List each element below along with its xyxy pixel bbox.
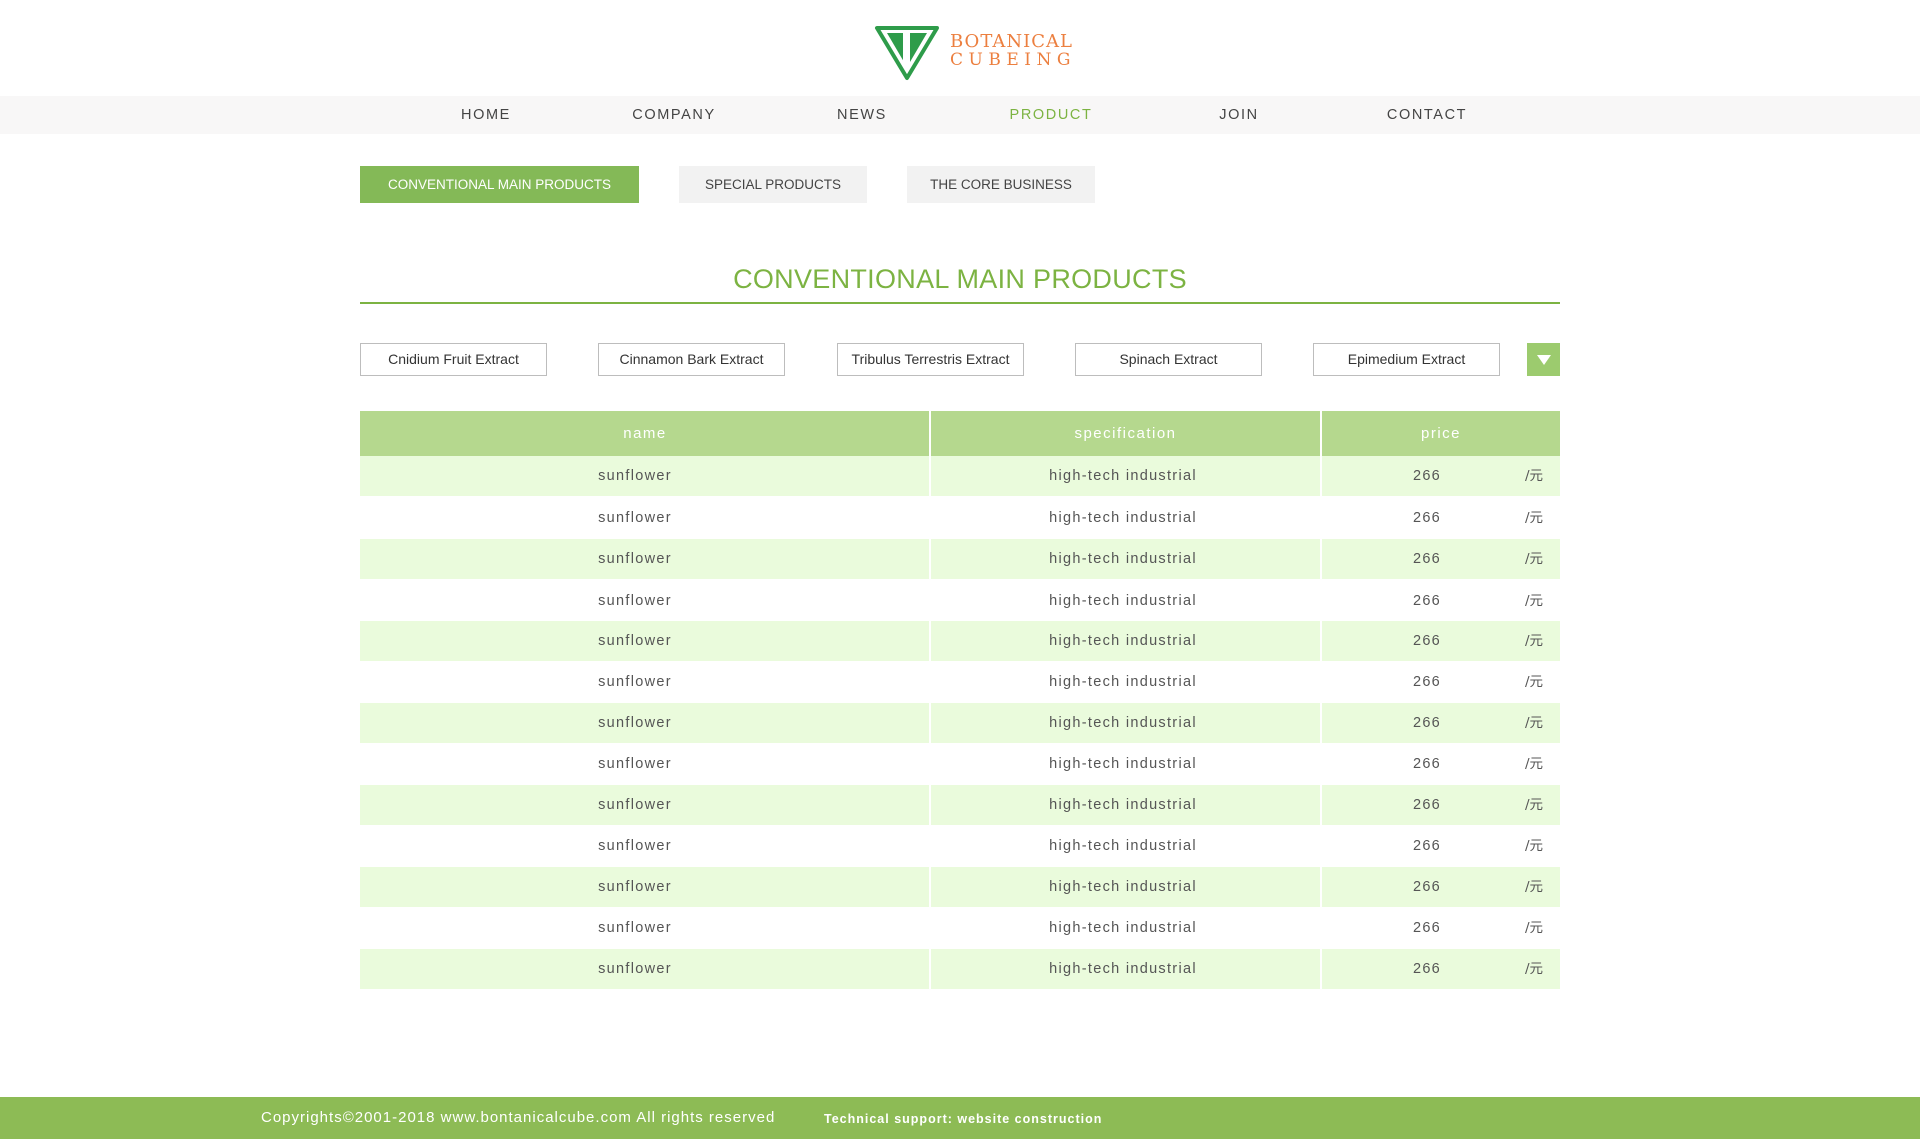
diamond-logo-icon — [875, 26, 939, 80]
cell-name: sunflower — [598, 551, 672, 567]
cell-name: sunflower — [598, 838, 672, 854]
cell-specification: high-tech industrial — [1049, 593, 1197, 609]
table-row: sunflower high-tech industrial 266/元 — [360, 581, 1560, 621]
cell-price-unit: /元 — [1525, 593, 1544, 609]
filter-dropdown-button[interactable] — [1527, 343, 1560, 376]
triangle-down-icon — [1537, 355, 1551, 365]
cell-name: sunflower — [598, 715, 672, 731]
main-nav: HOME COMPANY NEWS PRODUCT JOIN CONTACT — [0, 96, 1920, 134]
cell-specification: high-tech industrial — [1049, 468, 1197, 484]
nav-item-company[interactable]: COMPANY — [632, 96, 715, 134]
table-row: sunflower high-tech industrial 266/元 — [360, 826, 1560, 866]
cell-price-unit: /元 — [1525, 551, 1544, 567]
table-row: sunflower high-tech industrial 266/元 — [360, 539, 1560, 579]
cell-price-unit: /元 — [1525, 715, 1544, 731]
cell-specification: high-tech industrial — [1049, 715, 1197, 731]
nav-item-product[interactable]: PRODUCT — [1010, 96, 1093, 134]
cell-price-unit: /元 — [1525, 961, 1544, 977]
tab-core-business[interactable]: THE CORE BUSINESS — [907, 166, 1095, 203]
cell-name: sunflower — [598, 468, 672, 484]
filter-cnidium-fruit-extract[interactable]: Cnidium Fruit Extract — [360, 343, 547, 376]
table-row: sunflower high-tech industrial 266/元 — [360, 744, 1560, 784]
copyright-text: Copyrights©2001-2018 www.bontanicalcube.… — [261, 1109, 776, 1126]
site-header: BOTANICAL CUBEING — [0, 0, 1920, 96]
cell-name: sunflower — [598, 879, 672, 895]
cell-specification: high-tech industrial — [1049, 838, 1197, 854]
site-footer: Copyrights©2001-2018 www.bontanicalcube.… — [0, 1097, 1920, 1139]
cell-specification: high-tech industrial — [1049, 551, 1197, 567]
cell-price-unit: /元 — [1525, 756, 1544, 772]
table-row: sunflower high-tech industrial 266/元 — [360, 703, 1560, 743]
cell-price-unit: /元 — [1525, 879, 1544, 895]
section-divider — [360, 302, 1560, 304]
cell-name: sunflower — [598, 633, 672, 649]
filter-epimedium-extract[interactable]: Epimedium Extract — [1313, 343, 1500, 376]
cell-specification: high-tech industrial — [1049, 756, 1197, 772]
cell-name: sunflower — [598, 510, 672, 526]
cell-specification: high-tech industrial — [1049, 510, 1197, 526]
tab-special-products[interactable]: SPECIAL PRODUCTS — [679, 166, 867, 203]
technical-support-link[interactable]: Technical support: website construction — [824, 1097, 1102, 1139]
cell-price-unit: /元 — [1525, 674, 1544, 690]
table-row: sunflower high-tech industrial 266/元 — [360, 908, 1560, 948]
column-header-name: name — [623, 425, 667, 442]
cell-specification: high-tech industrial — [1049, 797, 1197, 813]
column-header-specification: specification — [1074, 425, 1177, 442]
table-row: sunflower high-tech industrial 266/元 — [360, 785, 1560, 825]
nav-item-contact[interactable]: CONTACT — [1387, 96, 1467, 134]
cell-price-unit: /元 — [1525, 797, 1544, 813]
logo-wordmark: BOTANICAL CUBEING — [950, 32, 1076, 70]
cell-price-unit: /元 — [1525, 838, 1544, 854]
nav-item-home[interactable]: HOME — [461, 96, 511, 134]
cell-specification: high-tech industrial — [1049, 879, 1197, 895]
filter-cinnamon-bark-extract[interactable]: Cinnamon Bark Extract — [598, 343, 785, 376]
cell-price-unit: /元 — [1525, 633, 1544, 649]
section-title: CONVENTIONAL MAIN PRODUCTS — [733, 264, 1187, 294]
table-row: sunflower high-tech industrial 266/元 — [360, 456, 1560, 496]
filter-tribulus-terrestris-extract[interactable]: Tribulus Terrestris Extract — [837, 343, 1024, 376]
column-header-price: price — [1420, 425, 1461, 442]
cell-specification: high-tech industrial — [1049, 920, 1197, 936]
table-row: sunflower high-tech industrial 266/元 — [360, 621, 1560, 661]
product-table: name specification price sunflower high-t… — [360, 411, 1560, 989]
cell-price-unit: /元 — [1525, 920, 1544, 936]
table-row: sunflower high-tech industrial 266/元 — [360, 662, 1560, 702]
nav-item-join[interactable]: JOIN — [1219, 96, 1258, 134]
logo-line-2: CUBEING — [950, 50, 1076, 70]
cell-name: sunflower — [598, 674, 672, 690]
cell-specification: high-tech industrial — [1049, 633, 1197, 649]
tab-conventional-main-products[interactable]: CONVENTIONAL MAIN PRODUCTS — [360, 166, 639, 203]
cell-name: sunflower — [598, 756, 672, 772]
table-header: name specification price — [360, 411, 1560, 456]
site-logo[interactable]: BOTANICAL CUBEING — [874, 22, 1072, 82]
cell-name: sunflower — [598, 593, 672, 609]
cell-specification: high-tech industrial — [1049, 961, 1197, 977]
table-row: sunflower high-tech industrial 266/元 — [360, 949, 1560, 989]
cell-price-unit: /元 — [1525, 468, 1544, 484]
cell-name: sunflower — [598, 961, 672, 977]
logo-line-1: BOTANICAL — [950, 31, 1073, 52]
cell-specification: high-tech industrial — [1049, 674, 1197, 690]
filter-spinach-extract[interactable]: Spinach Extract — [1075, 343, 1262, 376]
cell-name: sunflower — [598, 797, 672, 813]
cell-name: sunflower — [598, 920, 672, 936]
cell-price-unit: /元 — [1525, 510, 1544, 526]
table-row: sunflower high-tech industrial 266/元 — [360, 867, 1560, 907]
table-row: sunflower high-tech industrial 266/元 — [360, 498, 1560, 538]
nav-item-news[interactable]: NEWS — [837, 96, 887, 134]
